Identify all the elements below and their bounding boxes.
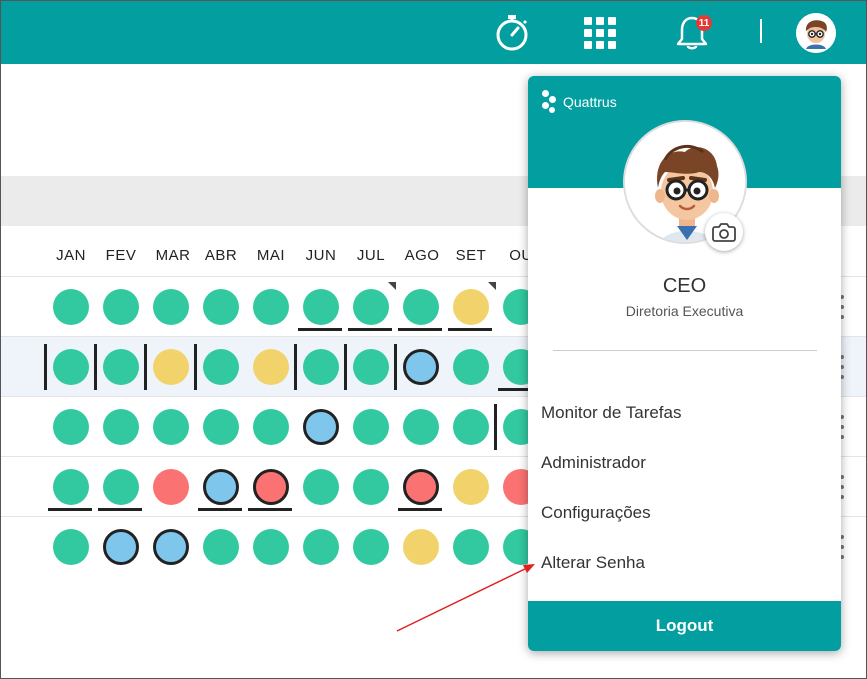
app-window: 11 JAN FEV MAR ABR MAI JUN JUL AGO SET OU — [0, 0, 867, 679]
annotation-arrow — [396, 564, 535, 632]
